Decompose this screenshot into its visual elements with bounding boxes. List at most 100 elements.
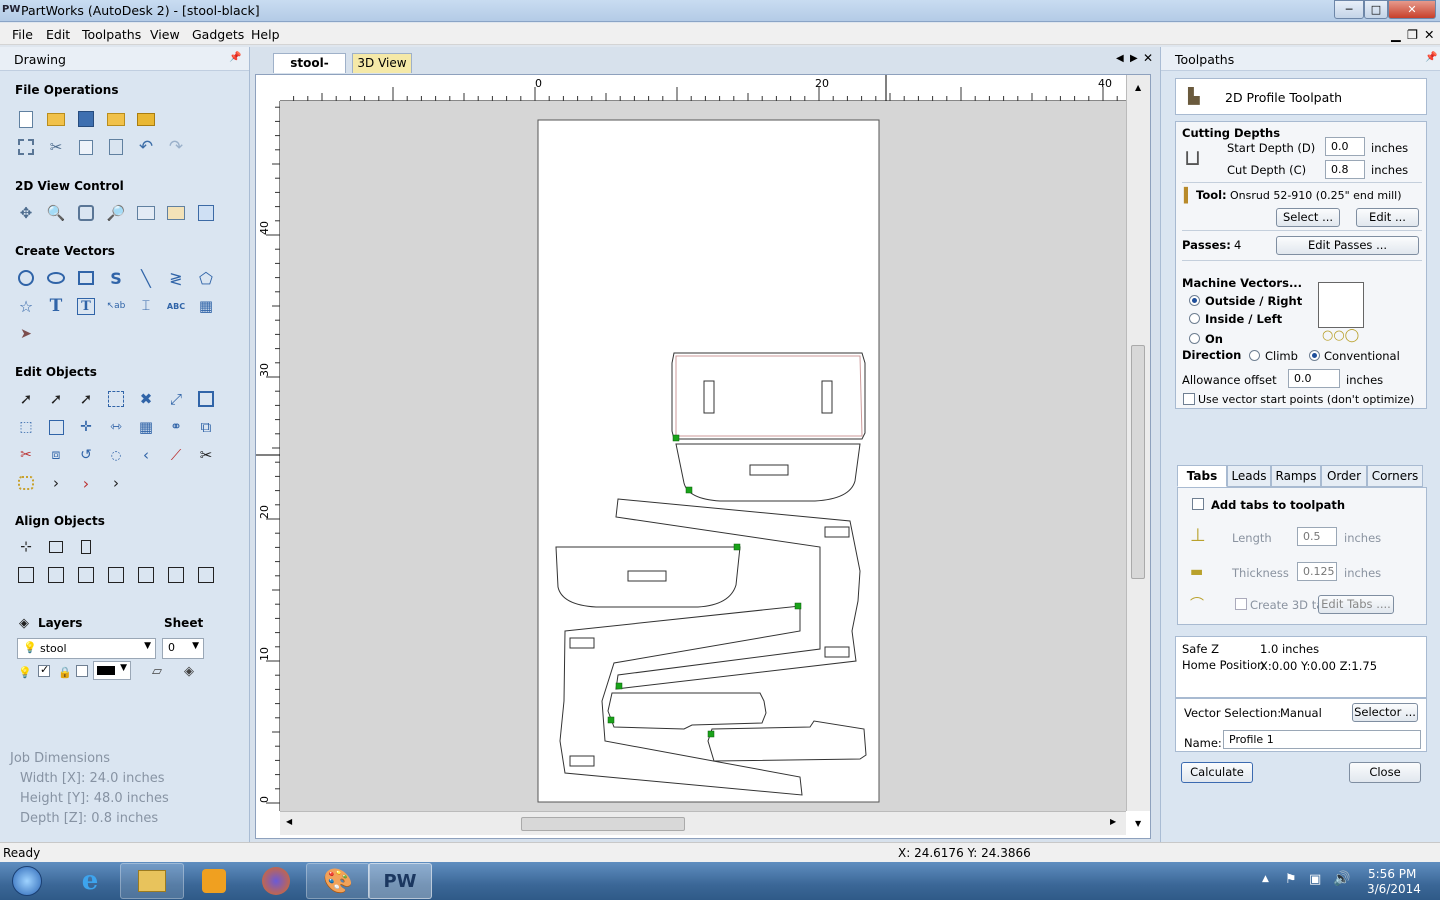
- interactive-select-icon[interactable]: ➚: [75, 388, 97, 410]
- align-page-center-icon[interactable]: [15, 564, 37, 586]
- save-icon[interactable]: [75, 108, 97, 130]
- layer-properties-icon[interactable]: ▱: [146, 660, 168, 682]
- space-horizontal-icon[interactable]: [165, 564, 187, 586]
- copy-icon[interactable]: [75, 136, 97, 158]
- mdi-close-button[interactable]: ✕: [1424, 27, 1434, 42]
- chamfer-icon[interactable]: ‹: [135, 444, 157, 466]
- cut-icon[interactable]: ✂: [45, 136, 67, 158]
- tab-corners[interactable]: Corners: [1367, 465, 1423, 487]
- climb-radio[interactable]: [1249, 350, 1260, 361]
- file-explorer-icon[interactable]: [120, 863, 184, 899]
- tab-3d-view[interactable]: 3D View: [352, 53, 412, 73]
- scissors-icon[interactable]: ✂: [195, 444, 217, 466]
- curve-icon[interactable]: ≷: [165, 267, 187, 289]
- view-toggle-icon[interactable]: [195, 202, 217, 224]
- scroll-up-icon[interactable]: ▲: [1135, 83, 1141, 92]
- fillet-icon[interactable]: ◌: [105, 444, 127, 466]
- tab-ramps[interactable]: Ramps: [1271, 465, 1321, 487]
- create-3d-tabs-checkbox[interactable]: [1235, 598, 1247, 610]
- tab-scroll-right-icon[interactable]: ▶: [1130, 53, 1138, 64]
- align-vcenter-icon[interactable]: [75, 536, 97, 558]
- undo-icon[interactable]: ↶: [135, 136, 157, 158]
- align-bottom-icon[interactable]: [135, 564, 157, 586]
- zoom-extents-icon[interactable]: [75, 202, 97, 224]
- outside-radio[interactable]: [1189, 295, 1200, 306]
- job-setup-icon[interactable]: [15, 136, 37, 158]
- star-icon[interactable]: ☆: [15, 295, 37, 317]
- export-icon[interactable]: [135, 108, 157, 130]
- arc-text-icon[interactable]: ABC: [165, 295, 187, 317]
- layer-visible-checkbox[interactable]: ✓: [38, 663, 50, 677]
- dogbone-icon[interactable]: ›: [105, 472, 127, 494]
- trim-icon[interactable]: ✂: [15, 444, 37, 466]
- offset-icon[interactable]: ↺: [75, 444, 97, 466]
- use-vector-start-checkbox[interactable]: [1183, 393, 1195, 405]
- measure-icon[interactable]: ⤢: [165, 388, 187, 410]
- cut-depth-input[interactable]: 0.8: [1325, 160, 1365, 179]
- extend-icon[interactable]: ⟋: [165, 444, 187, 466]
- weld-icon[interactable]: ⧈: [45, 444, 67, 466]
- calculate-button[interactable]: Calculate: [1181, 762, 1253, 783]
- edit-tabs-button[interactable]: Edit Tabs ....: [1318, 595, 1394, 614]
- internet-explorer-icon[interactable]: e: [58, 863, 122, 899]
- thickness-input[interactable]: 0.125: [1297, 562, 1337, 581]
- rectangle-icon[interactable]: [75, 267, 97, 289]
- bend-icon[interactable]: ›: [75, 472, 97, 494]
- close-toolpath-button[interactable]: Close: [1349, 762, 1421, 783]
- length-input[interactable]: 0.5: [1297, 527, 1337, 546]
- array-icon[interactable]: ▦: [195, 295, 217, 317]
- inside-radio[interactable]: [1189, 313, 1200, 324]
- menu-help[interactable]: Help: [251, 27, 280, 42]
- pin-icon[interactable]: 📌: [229, 52, 241, 63]
- rotate-icon[interactable]: ✛: [75, 416, 97, 438]
- text-box-icon[interactable]: T: [75, 295, 97, 317]
- menu-edit[interactable]: Edit: [46, 27, 70, 42]
- node-edit-icon[interactable]: ➚: [45, 388, 67, 410]
- draw-node-icon[interactable]: ➤: [15, 323, 37, 345]
- paint-icon[interactable]: 🎨: [306, 863, 370, 899]
- align-top-icon[interactable]: [105, 564, 127, 586]
- clock-date[interactable]: 3/6/2014: [1367, 882, 1421, 896]
- minimize-button[interactable]: ─: [1334, 0, 1364, 19]
- mdi-restore-button[interactable]: ❐: [1407, 27, 1418, 42]
- align-hcenter-icon[interactable]: [45, 536, 67, 558]
- close-button[interactable]: ✕: [1388, 0, 1436, 19]
- move-icon[interactable]: ⬚: [15, 416, 37, 438]
- tab-tabs[interactable]: Tabs: [1177, 465, 1227, 487]
- view-layout-icon[interactable]: [135, 202, 157, 224]
- grid-array-icon[interactable]: ▦: [135, 416, 157, 438]
- distort-icon[interactable]: [195, 388, 217, 410]
- layer-select[interactable]: 💡 stool ▼: [17, 638, 156, 659]
- allowance-input[interactable]: 0.0: [1288, 369, 1340, 388]
- polyline-icon[interactable]: S: [105, 267, 127, 289]
- nest-icon[interactable]: ⧉: [195, 416, 217, 438]
- text-on-curve-icon[interactable]: ↖ab: [105, 295, 127, 317]
- align-center-icon[interactable]: ⊹: [15, 536, 37, 558]
- edit-passes-button[interactable]: Edit Passes ...: [1276, 236, 1419, 255]
- selector-button[interactable]: Selector ...: [1352, 703, 1418, 722]
- select-tool-button[interactable]: Select ...: [1276, 208, 1340, 227]
- circle-icon[interactable]: [15, 267, 37, 289]
- scroll-down-icon[interactable]: ▼: [1135, 819, 1141, 828]
- select-icon[interactable]: ➚: [15, 388, 37, 410]
- scroll-left-icon[interactable]: ◀: [286, 817, 292, 826]
- mirror-icon[interactable]: ⇿: [105, 416, 127, 438]
- space-vertical-icon[interactable]: [195, 564, 217, 586]
- add-tabs-checkbox[interactable]: [1192, 498, 1204, 510]
- align-left-icon[interactable]: [45, 564, 67, 586]
- tab-stool-black[interactable]: stool-black: [273, 53, 346, 88]
- close-vector-icon[interactable]: ›: [45, 472, 67, 494]
- smooth-icon[interactable]: [15, 472, 37, 494]
- paste-icon[interactable]: [105, 136, 127, 158]
- delete-icon[interactable]: ✖: [135, 388, 157, 410]
- tab-scroll-left-icon[interactable]: ◀: [1116, 53, 1124, 64]
- maximize-button[interactable]: □: [1364, 0, 1388, 19]
- tab-order[interactable]: Order: [1321, 465, 1367, 487]
- arc-icon[interactable]: ╲: [135, 267, 157, 289]
- menu-gadgets[interactable]: Gadgets: [192, 27, 244, 42]
- new-file-icon[interactable]: [15, 108, 37, 130]
- sheet-select[interactable]: 0 ▼: [162, 638, 204, 659]
- menu-file[interactable]: File: [12, 27, 33, 42]
- conventional-radio[interactable]: [1309, 350, 1320, 361]
- layer-manager-icon[interactable]: ◈: [178, 660, 200, 682]
